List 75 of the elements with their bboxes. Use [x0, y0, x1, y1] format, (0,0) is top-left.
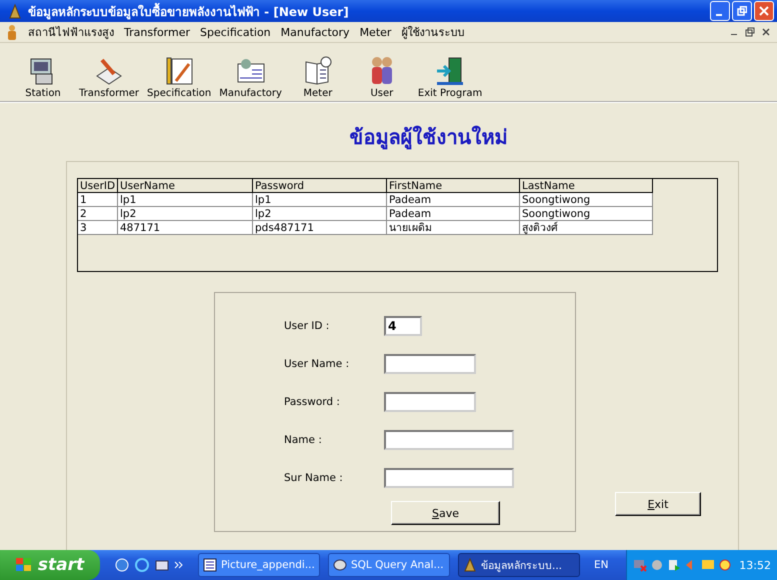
toolbar-button[interactable]: Specification: [144, 56, 214, 99]
toolbar-button[interactable]: User: [350, 56, 413, 99]
table-cell: pds487171: [253, 221, 387, 235]
table-cell: Soongtiwong: [520, 193, 653, 207]
book-clock-icon: [302, 56, 333, 86]
input-field[interactable]: [384, 354, 476, 374]
taskbar-button[interactable]: ข้อมูลหลักระบบ...: [458, 553, 580, 577]
table-cell: lp2: [118, 207, 253, 221]
input-field[interactable]: 4: [384, 316, 422, 336]
toolbar-button[interactable]: Station: [12, 56, 74, 99]
input-field[interactable]: [384, 468, 514, 488]
browser-icon[interactable]: [134, 557, 150, 573]
table-cell: 1: [78, 193, 118, 207]
language-indicator[interactable]: EN: [594, 559, 608, 571]
toolbar-button[interactable]: Exit Program: [414, 56, 486, 99]
exit-button[interactable]: Exit: [615, 492, 701, 516]
media-icon[interactable]: [667, 558, 682, 572]
menu-item[interactable]: ผู้ใช้งานระบบ: [401, 23, 464, 41]
tray-app-icon[interactable]: [718, 558, 732, 572]
document-icon: [203, 558, 217, 572]
menu-item[interactable]: Specification: [200, 26, 271, 38]
restore-icon: [737, 6, 747, 16]
exit-door-icon: [435, 56, 466, 86]
menu-item[interactable]: Manufactory: [280, 26, 350, 38]
column-header[interactable]: LastName: [520, 179, 653, 193]
close-icon: [759, 6, 769, 16]
menu-item[interactable]: สถานีไฟฟ้าแรงสูง: [28, 23, 114, 41]
restore-button[interactable]: [732, 1, 752, 21]
clock: 13:52: [739, 558, 771, 572]
minimize-icon: [716, 14, 722, 16]
monitor-icon[interactable]: [701, 558, 716, 572]
input-field[interactable]: [384, 430, 514, 450]
table-cell: สูงติวงศ์: [520, 221, 653, 235]
window-title: ข้อมูลหลักระบบข้อมูลใบซื้อขายพลังงานไฟฟ้า - [New User]: [28, 2, 349, 20]
toolbar-button[interactable]: Meter: [286, 56, 349, 99]
app-icon: [8, 3, 22, 19]
table-cell: Padeam: [387, 207, 520, 221]
table-cell: Padeam: [387, 193, 520, 207]
minimize-button[interactable]: [710, 1, 730, 21]
app-icon: [463, 558, 477, 572]
toolbar-button[interactable]: Manufactory: [216, 56, 285, 99]
database-icon: [333, 558, 347, 572]
field-label: Name :: [284, 434, 323, 446]
column-header[interactable]: Password: [253, 179, 387, 193]
table-cell: นายเผดิม: [387, 221, 520, 235]
taskbar-button[interactable]: Picture_appendi...: [198, 553, 320, 577]
field-label: User ID :: [284, 320, 330, 332]
close-icon[interactable]: [761, 27, 771, 37]
person-icon: [6, 24, 18, 40]
toolbar-button[interactable]: Transformer: [76, 56, 142, 99]
table-cell: Soongtiwong: [520, 207, 653, 221]
menu-item[interactable]: Meter: [360, 26, 392, 38]
close-button[interactable]: [754, 1, 774, 21]
table-cell: 487171: [118, 221, 253, 235]
field-label: User Name :: [284, 358, 350, 370]
taskbar-button[interactable]: SQL Query Anal...: [328, 553, 450, 577]
field-label: Password :: [284, 396, 341, 408]
chevron-icon[interactable]: [174, 560, 184, 570]
table-cell: 3: [78, 221, 118, 235]
field-label: Sur Name :: [284, 472, 344, 484]
page-heading: ข้อมูลผู้ใช้งานใหม่: [350, 124, 508, 152]
pencil-paper-icon: [94, 56, 124, 86]
windows-logo-icon: [16, 558, 32, 572]
save-button[interactable]: Save: [391, 501, 500, 525]
table-cell: lp2: [253, 207, 387, 221]
restore-icon[interactable]: [745, 27, 755, 37]
table-cell: lp1: [253, 193, 387, 207]
input-field[interactable]: [384, 392, 476, 412]
column-header[interactable]: UserID: [78, 179, 118, 193]
menu-item[interactable]: Transformer: [124, 26, 190, 38]
column-header[interactable]: UserName: [118, 179, 253, 193]
table-cell: lp1: [118, 193, 253, 207]
tools-icon: [164, 56, 194, 86]
table-cell: 2: [78, 207, 118, 221]
column-header[interactable]: FirstName: [387, 179, 520, 193]
